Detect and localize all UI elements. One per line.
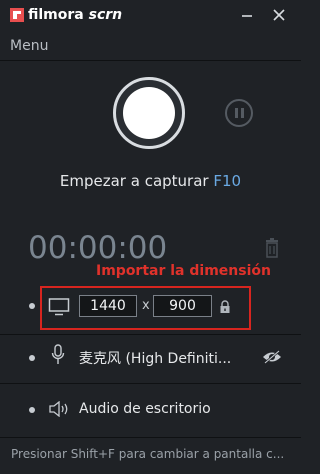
divider	[0, 383, 301, 384]
divider	[0, 60, 301, 61]
desktop-audio-label[interactable]: Audio de escritorio	[79, 401, 211, 417]
row-dot	[29, 355, 35, 361]
microphone-device-label[interactable]: 麦克风 (High Definiti...	[79, 348, 231, 368]
trash-icon[interactable]	[264, 238, 280, 258]
lock-icon[interactable]	[219, 300, 231, 314]
close-icon[interactable]	[270, 6, 288, 24]
app-name: filmora scrn	[28, 7, 122, 23]
timer-display: 00:00:00	[28, 230, 168, 266]
start-capture-text: Empezar a capturar F10	[0, 172, 301, 190]
monitor-icon	[48, 298, 70, 316]
minimize-icon[interactable]	[238, 6, 256, 24]
height-input[interactable]: 900	[153, 295, 212, 317]
width-input[interactable]: 1440	[79, 295, 137, 317]
row-dot	[29, 407, 35, 413]
app-name-secondary: scrn	[88, 7, 123, 23]
start-capture-label: Empezar a capturar	[59, 172, 209, 190]
record-circle	[123, 87, 175, 139]
import-dimension-annotation: Importar la dimensión	[96, 263, 271, 279]
start-capture-hotkey: F10	[213, 172, 242, 190]
app-name-primary: filmora	[28, 7, 84, 23]
divider	[0, 334, 301, 335]
speaker-icon[interactable]	[48, 401, 70, 417]
pause-button[interactable]	[225, 99, 253, 127]
row-dot	[29, 303, 35, 309]
pause-bar-left	[235, 108, 238, 118]
menu-button[interactable]: Menu	[10, 38, 48, 54]
title-bar: filmora scrn	[0, 0, 301, 32]
microphone-icon[interactable]	[51, 344, 65, 366]
record-button[interactable]	[113, 77, 185, 149]
filmora-logo-icon	[10, 8, 24, 22]
divider	[0, 437, 301, 438]
pause-bar-right	[241, 108, 244, 118]
app-logo: filmora scrn	[10, 7, 170, 25]
shortcut-hint: Presionar Shift+F para cambiar a pantall…	[11, 447, 285, 461]
dimension-separator: x	[142, 298, 150, 313]
eye-slash-icon[interactable]	[262, 350, 282, 364]
